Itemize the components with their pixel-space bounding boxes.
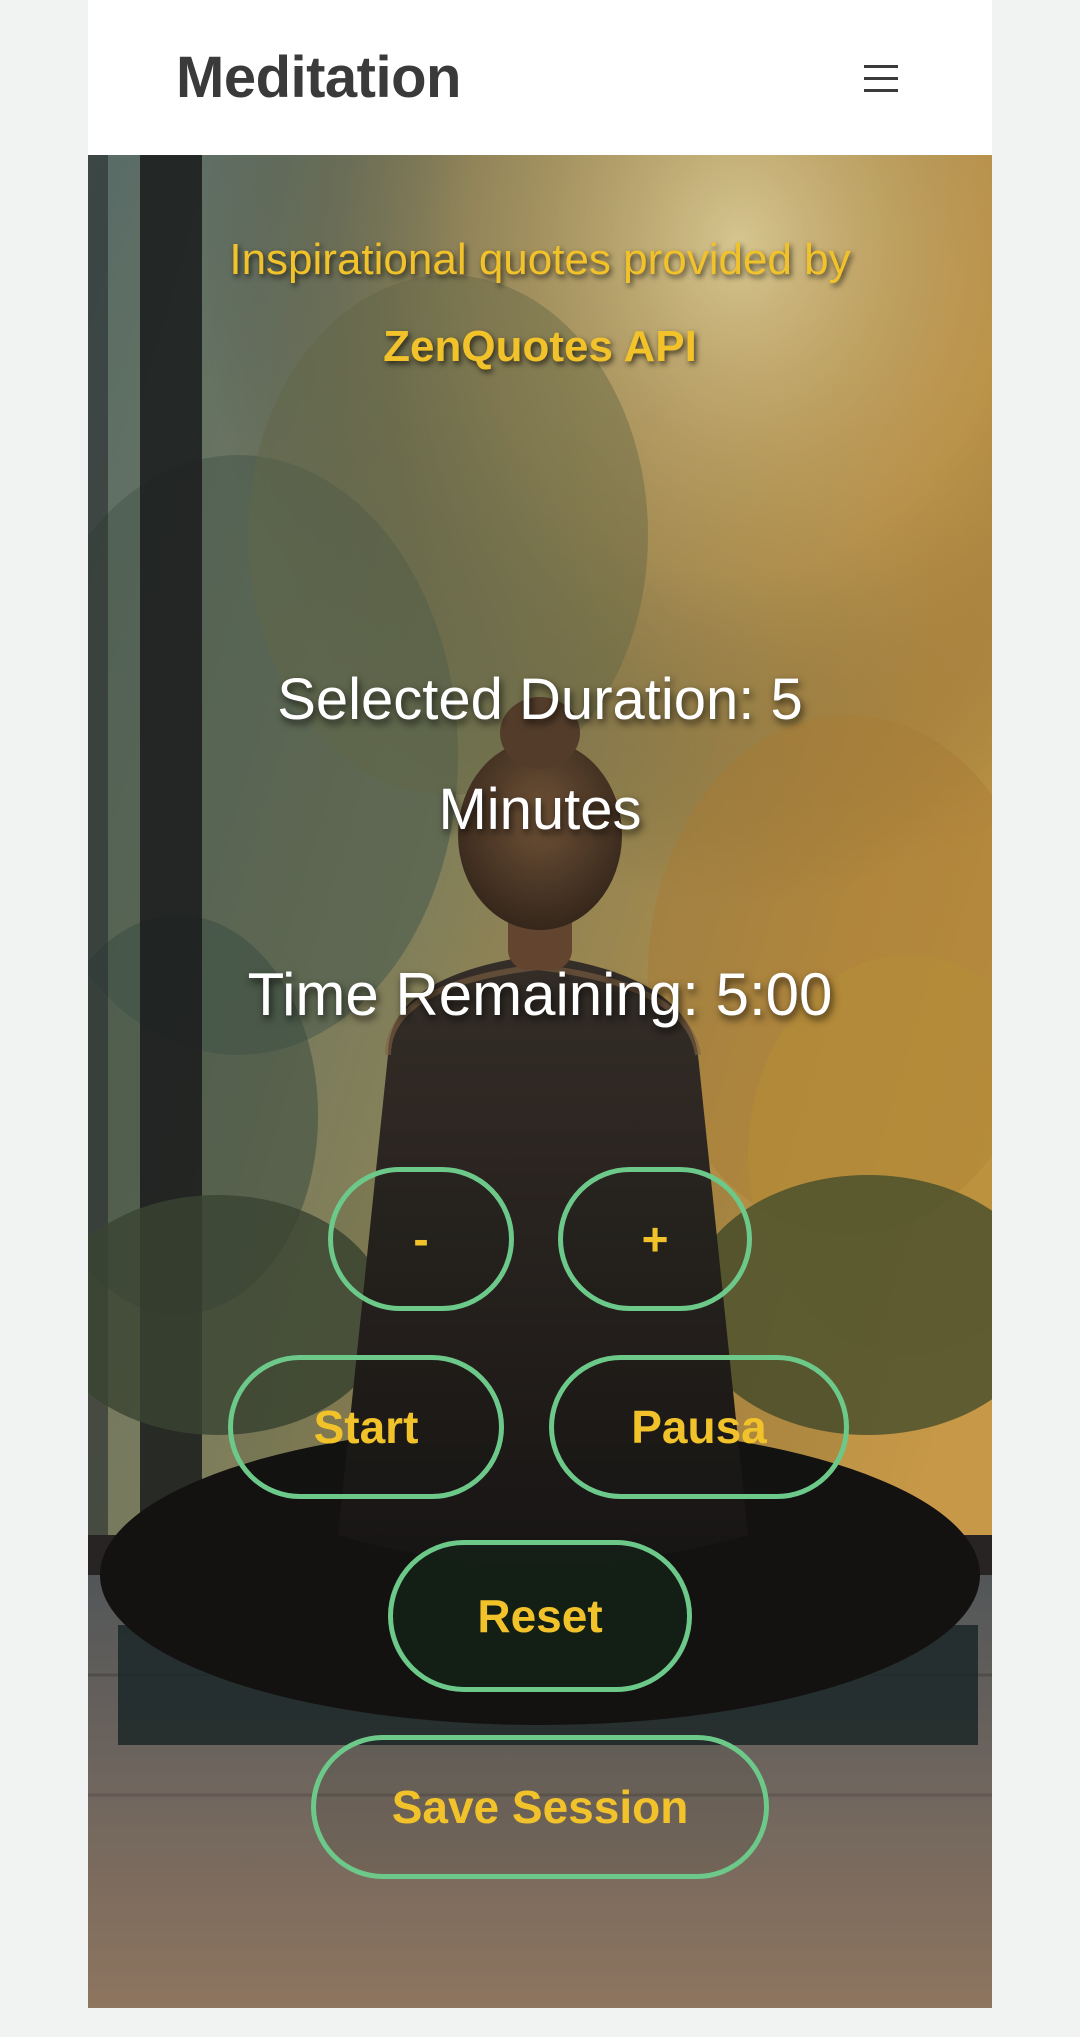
brand-title[interactable]: Meditation xyxy=(176,44,461,111)
increase-duration-button[interactable]: + xyxy=(558,1167,752,1311)
navbar: Meditation xyxy=(88,0,992,155)
background-photo xyxy=(88,155,992,2008)
quotes-credit-text: Inspirational quotes provided by xyxy=(229,235,851,284)
pause-button[interactable]: Pausa xyxy=(549,1355,849,1499)
decrease-duration-button[interactable]: - xyxy=(328,1167,514,1311)
save-session-button[interactable]: Save Session xyxy=(311,1735,769,1879)
start-button[interactable]: Start xyxy=(228,1355,504,1499)
reset-button[interactable]: Reset xyxy=(388,1540,692,1692)
page: Meditation Inspirational quotes provided… xyxy=(0,0,1080,2037)
app-container: Meditation Inspirational quotes provided… xyxy=(88,0,992,2008)
selected-duration-label: Selected Duration: 5 Minutes xyxy=(277,667,803,842)
hamburger-menu-icon-graphic xyxy=(864,64,898,92)
hamburger-menu-icon[interactable] xyxy=(858,55,904,101)
meditation-hero: Inspirational quotes provided by ZenQuot… xyxy=(88,155,992,2008)
time-remaining-label: Time Remaining: 5:00 xyxy=(247,961,833,1028)
zenquotes-api-link[interactable]: ZenQuotes API xyxy=(88,322,992,372)
